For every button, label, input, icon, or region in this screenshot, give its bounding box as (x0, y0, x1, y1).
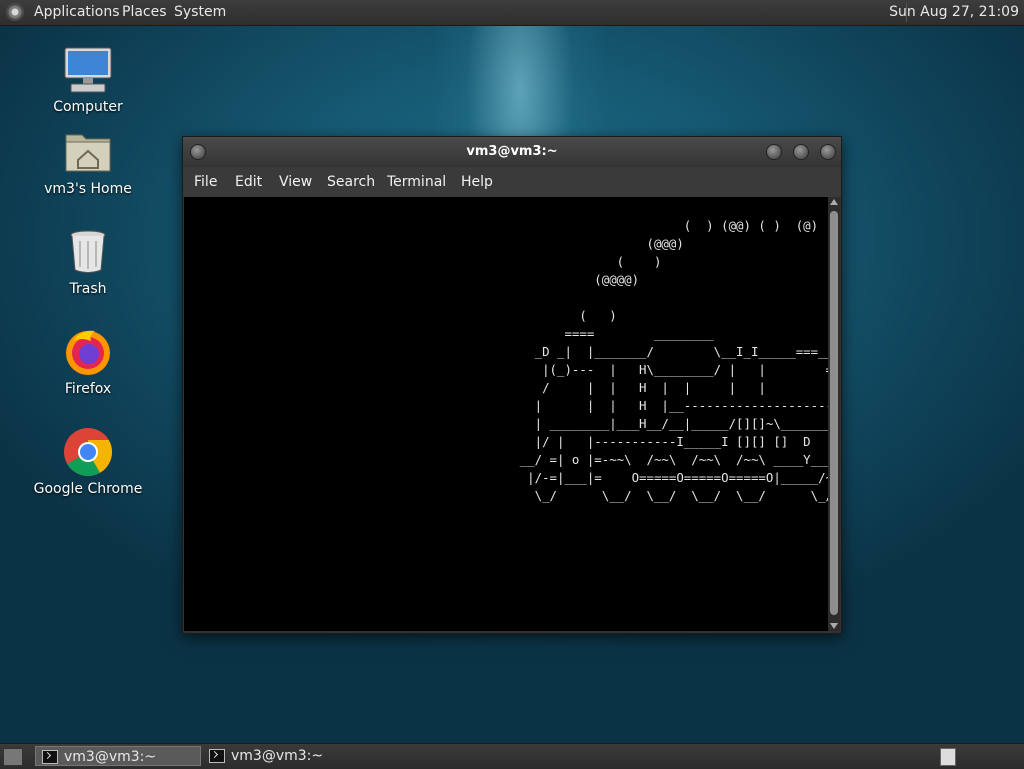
menu-view[interactable]: View (279, 174, 312, 190)
minimize-button[interactable] (766, 144, 782, 160)
window-titlebar[interactable]: vm3@vm3:~ (183, 137, 841, 167)
show-desktop-icon[interactable] (3, 748, 23, 766)
applications-menu[interactable]: Applications (34, 4, 120, 20)
desktop-icon-chrome[interactable]: Google Chrome (33, 427, 143, 497)
desktop-icon-label: Google Chrome (33, 481, 143, 497)
home-folder-icon (63, 127, 113, 177)
close-button[interactable] (820, 144, 836, 160)
desktop-icon-label: Firefox (64, 381, 112, 397)
desktop-icon-firefox[interactable]: Firefox (33, 327, 143, 397)
menu-search[interactable]: Search (327, 174, 375, 190)
desktop-icon-computer[interactable]: Computer (33, 45, 143, 115)
taskbar-item-label: vm3@vm3:~ (231, 748, 324, 764)
menu-help[interactable]: Help (461, 174, 493, 190)
terminal-window[interactable]: vm3@vm3:~ File Edit View Search Terminal… (182, 136, 842, 634)
menu-file[interactable]: File (194, 174, 217, 190)
desktop-icon-label: vm3's Home (44, 181, 132, 197)
taskbar-item-terminal-1[interactable]: vm3@vm3:~ (35, 746, 201, 766)
bottom-panel: vm3@vm3:~ vm3@vm3:~ (0, 743, 1024, 769)
menu-edit[interactable]: Edit (235, 174, 262, 190)
trash-icon (63, 227, 113, 277)
terminal-icon (209, 749, 225, 763)
terminal-menubar: File Edit View Search Terminal Help (183, 167, 841, 197)
window-title: vm3@vm3:~ (466, 144, 558, 159)
workspace-switcher[interactable] (940, 748, 956, 766)
desktop-icon-trash[interactable]: Trash (33, 227, 143, 297)
scroll-down-icon[interactable] (830, 623, 838, 629)
taskbar-item-terminal-2[interactable]: vm3@vm3:~ (203, 746, 369, 766)
desktop-icon-label: Trash (69, 281, 107, 297)
menu-terminal[interactable]: Terminal (387, 174, 446, 190)
desktop-icon-label: Computer (53, 99, 123, 115)
distro-logo-icon[interactable] (6, 3, 24, 21)
terminal-output-area[interactable]: ( ) (@@) ( ) (@) () @@ O @@ (@@@) ( ) (184, 197, 828, 631)
scroll-up-icon[interactable] (830, 199, 838, 205)
terminal-scrollbar[interactable] (828, 197, 840, 631)
chrome-icon (63, 427, 113, 477)
clock[interactable]: Sun Aug 27, 21:09 (889, 4, 1019, 20)
system-menu[interactable]: System (174, 4, 226, 20)
terminal-output: ( ) (@@) ( ) (@) () @@ O @@ (@@@) ( ) (519, 218, 828, 503)
computer-icon (63, 45, 113, 95)
scrollbar-thumb[interactable] (830, 211, 838, 615)
terminal-icon (42, 750, 58, 764)
desktop-icon-home[interactable]: vm3's Home (33, 127, 143, 197)
firefox-icon (63, 327, 113, 377)
taskbar-item-label: vm3@vm3:~ (64, 749, 157, 765)
top-panel: Applications Places System Sun Aug 27, 2… (0, 0, 1024, 26)
places-menu[interactable]: Places (122, 4, 167, 20)
maximize-button[interactable] (793, 144, 809, 160)
